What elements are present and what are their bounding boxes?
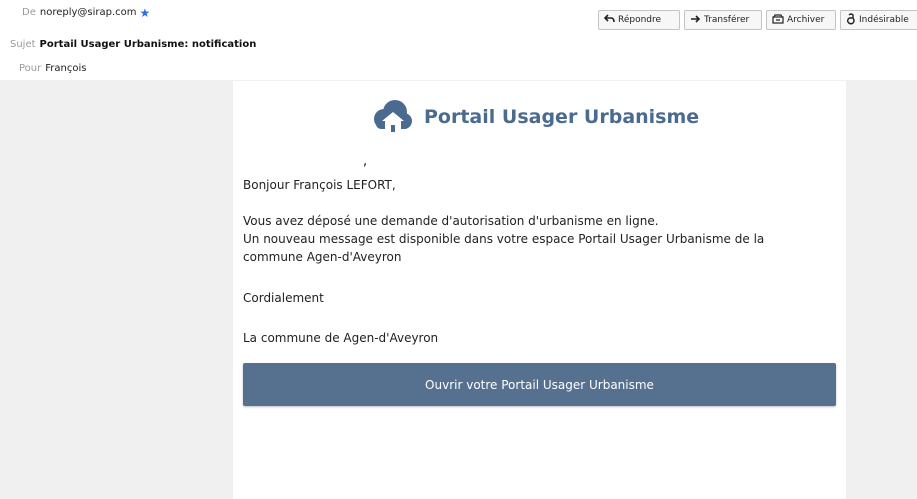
signature-text: La commune de Agen-d'Aveyron bbox=[243, 331, 439, 345]
forward-button[interactable]: Transférer bbox=[684, 10, 762, 30]
to-row: Pour François bbox=[19, 63, 86, 74]
message-line-1: Vous avez déposé une demande d'autorisat… bbox=[243, 214, 659, 228]
message-actions: Répondre Transférer Archiver Indésirable bbox=[598, 10, 917, 30]
archive-button[interactable]: Archiver bbox=[766, 10, 836, 30]
junk-label: Indésirable bbox=[859, 15, 909, 25]
house-cloud-icon bbox=[374, 100, 412, 132]
recipient[interactable]: François bbox=[45, 63, 86, 74]
sender-address[interactable]: noreply@sirap.com bbox=[40, 7, 137, 18]
forward-icon bbox=[690, 14, 701, 27]
star-icon[interactable]: ★ bbox=[140, 7, 151, 19]
message-line-3: commune Agen-d'Aveyron bbox=[243, 250, 402, 264]
to-label: Pour bbox=[19, 63, 42, 74]
archive-icon bbox=[772, 13, 784, 27]
subject-row: Sujet Portail Usager Urbanisme: notifica… bbox=[10, 39, 256, 50]
archive-label: Archiver bbox=[787, 15, 825, 25]
brand-title: Portail Usager Urbanisme bbox=[424, 106, 700, 128]
junk-icon bbox=[846, 12, 856, 28]
greeting-text: Bonjour François LEFORT, bbox=[243, 178, 396, 192]
subject-label: Sujet bbox=[10, 39, 36, 50]
reply-icon bbox=[603, 13, 615, 27]
reply-label: Répondre bbox=[618, 15, 662, 25]
from-label: De bbox=[22, 7, 36, 18]
brand-header: Portail Usager Urbanisme bbox=[368, 97, 699, 137]
regards-text: Cordialement bbox=[243, 291, 324, 305]
reply-button[interactable]: Répondre bbox=[598, 10, 680, 30]
junk-button[interactable]: Indésirable bbox=[840, 10, 917, 30]
forward-label: Transférer bbox=[704, 15, 750, 25]
message-line-2: Un nouveau message est disponible dans v… bbox=[243, 232, 765, 246]
from-row: De noreply@sirap.com ★ bbox=[22, 7, 151, 19]
open-portal-button[interactable]: Ouvrir votre Portail Usager Urbanisme bbox=[243, 363, 836, 406]
email-body: Portail Usager Urbanisme , Bonjour Franç… bbox=[233, 81, 846, 499]
message-paragraph: Vous avez déposé une demande d'autorisat… bbox=[243, 212, 764, 266]
stray-mark: , bbox=[363, 154, 368, 169]
subject-text: Portail Usager Urbanisme: notification bbox=[39, 39, 257, 50]
email-header: De noreply@sirap.com ★ Sujet Portail Usa… bbox=[0, 0, 917, 80]
